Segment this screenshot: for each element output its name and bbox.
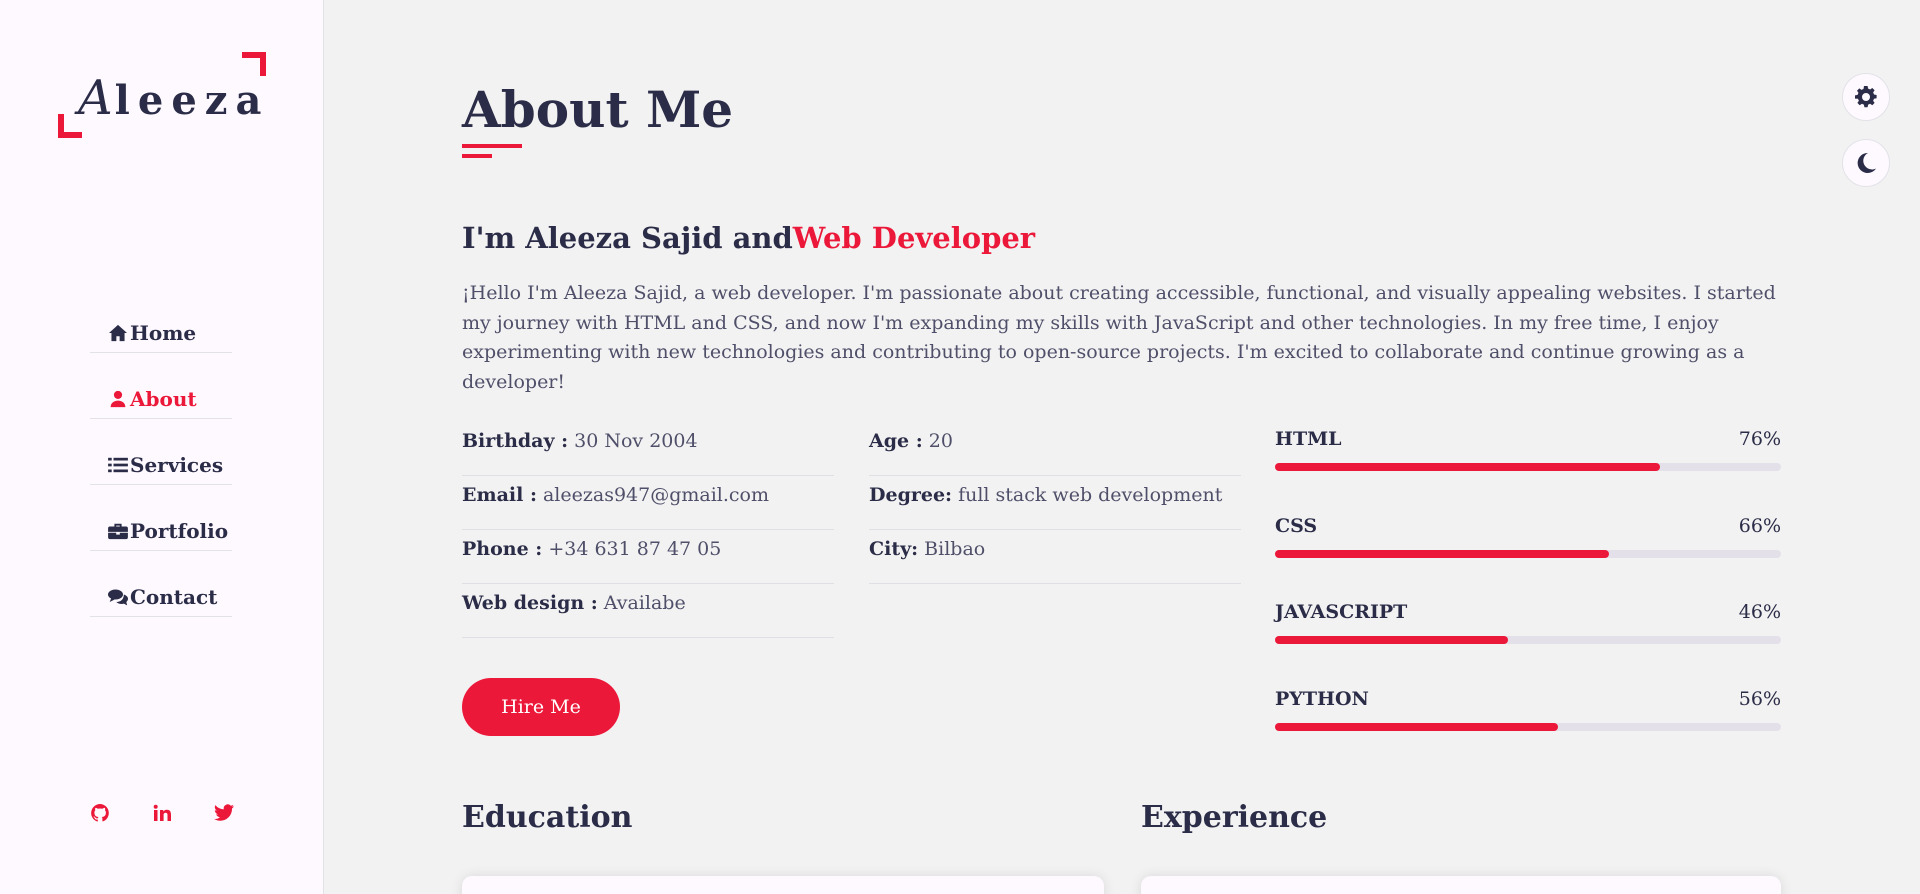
home-icon bbox=[109, 324, 127, 341]
nav-item-services[interactable]: Services bbox=[90, 445, 232, 485]
skill-progress-fill bbox=[1275, 549, 1609, 558]
info-label: Degree: bbox=[869, 484, 953, 506]
info-row-birthday: Birthday :30 Nov 2004 bbox=[462, 422, 834, 476]
social-links bbox=[90, 803, 234, 823]
skill-name: HTML bbox=[1275, 428, 1342, 450]
title-underline-short bbox=[462, 154, 492, 158]
experience-title: Experience bbox=[1141, 800, 1328, 835]
skill-javascript: JAVASCRIPT 46% bbox=[1275, 601, 1781, 688]
moon-icon bbox=[1857, 152, 1876, 173]
twitter-icon[interactable] bbox=[214, 803, 234, 823]
info-value: aleezas947@gmail.com bbox=[542, 484, 770, 506]
sidebar: Aleeza Home About Services Portfolio Con… bbox=[0, 0, 324, 894]
logo[interactable]: Aleeza bbox=[58, 52, 266, 138]
personal-info-right: Age :20 Degree: full stack web developmen… bbox=[869, 422, 1241, 584]
education-title: Education bbox=[462, 800, 633, 835]
skill-progress-track bbox=[1275, 636, 1781, 644]
linkedin-icon[interactable] bbox=[152, 803, 172, 823]
nav-item-portfolio[interactable]: Portfolio bbox=[90, 511, 232, 551]
skill-percent: 56% bbox=[1738, 687, 1781, 710]
intro-heading: I'm Aleeza Sajid andWeb Developer bbox=[462, 221, 1035, 255]
education-card bbox=[462, 876, 1104, 894]
skill-name: JAVASCRIPT bbox=[1275, 601, 1408, 623]
skill-css: CSS 66% bbox=[1275, 515, 1781, 602]
info-label: Birthday : bbox=[462, 430, 569, 452]
logo-text: Aleeza bbox=[78, 70, 269, 126]
briefcase-icon bbox=[108, 523, 128, 539]
info-value: 20 bbox=[928, 430, 953, 452]
info-value: +34 631 87 47 05 bbox=[548, 538, 722, 560]
skill-progress-fill bbox=[1275, 722, 1559, 731]
page-title: About Me bbox=[462, 80, 734, 139]
gear-icon bbox=[1855, 86, 1877, 108]
intro-heading-accent: Web Developer bbox=[792, 221, 1036, 255]
info-label: Email : bbox=[462, 484, 537, 506]
dark-mode-toggle[interactable] bbox=[1842, 139, 1890, 187]
hire-me-button[interactable]: Hire Me bbox=[462, 678, 620, 736]
intro-paragraph: ¡Hello I'm Aleeza Sajid, a web developer… bbox=[462, 282, 1776, 393]
info-value: Availabe bbox=[603, 592, 686, 614]
skill-percent: 66% bbox=[1738, 514, 1781, 537]
skill-progress-track bbox=[1275, 463, 1781, 471]
info-label: Age : bbox=[869, 430, 923, 452]
info-row-phone: Phone : +34 631 87 47 05 bbox=[462, 530, 834, 584]
skill-percent: 46% bbox=[1738, 601, 1781, 623]
nav-item-label: Contact bbox=[130, 584, 218, 609]
nav-item-label: Home bbox=[130, 320, 197, 345]
info-label: City: bbox=[869, 538, 919, 560]
logo-rest: leeza bbox=[114, 77, 270, 124]
skill-html: HTML 76% bbox=[1275, 428, 1781, 515]
intro-heading-prefix: I'm Aleeza Sajid and bbox=[462, 221, 793, 255]
comments-icon bbox=[108, 589, 128, 605]
info-row-age: Age :20 bbox=[869, 422, 1241, 476]
info-value: full stack web development bbox=[958, 484, 1223, 506]
info-value: Bilbao bbox=[924, 538, 986, 560]
nav-item-contact[interactable]: Contact bbox=[90, 577, 232, 617]
skill-progress-fill bbox=[1275, 636, 1508, 644]
main-nav: Home About Services Portfolio Contact bbox=[90, 313, 232, 643]
skill-progress-track bbox=[1275, 549, 1781, 558]
info-row-degree: Degree: full stack web development bbox=[869, 476, 1241, 530]
skill-progress-track bbox=[1275, 722, 1781, 731]
info-value: 30 Nov 2004 bbox=[574, 430, 698, 452]
info-label: Phone : bbox=[462, 538, 543, 560]
nav-item-label: Portfolio bbox=[130, 518, 229, 543]
info-label: Web design : bbox=[462, 592, 598, 614]
skill-percent: 76% bbox=[1738, 428, 1781, 450]
style-switcher-toggle[interactable] bbox=[1842, 73, 1890, 121]
skill-python: PYTHON 56% bbox=[1275, 688, 1781, 775]
nav-item-label: Services bbox=[130, 452, 224, 477]
skill-name: PYTHON bbox=[1275, 687, 1369, 710]
nav-item-about[interactable]: About bbox=[90, 379, 232, 419]
title-underline bbox=[462, 144, 522, 148]
skill-progress-fill bbox=[1275, 463, 1660, 471]
nav-item-label: About bbox=[130, 386, 197, 411]
personal-info-left: Birthday :30 Nov 2004 Email : aleezas947@… bbox=[462, 422, 834, 638]
logo-initial: A bbox=[78, 70, 115, 126]
github-icon[interactable] bbox=[90, 803, 110, 823]
nav-item-home[interactable]: Home bbox=[90, 313, 232, 353]
info-row-city: City: Bilbao bbox=[869, 530, 1241, 584]
info-row-email: Email : aleezas947@gmail.com bbox=[462, 476, 834, 530]
skill-name: CSS bbox=[1275, 514, 1318, 537]
list-icon bbox=[108, 457, 128, 472]
user-icon bbox=[110, 390, 126, 407]
experience-card bbox=[1141, 876, 1781, 894]
skills-list: HTML 76% CSS 66% JAVASCRIPT 46% PYTHON 5… bbox=[1275, 428, 1781, 774]
info-row-web-design: Web design : Availabe bbox=[462, 584, 834, 638]
